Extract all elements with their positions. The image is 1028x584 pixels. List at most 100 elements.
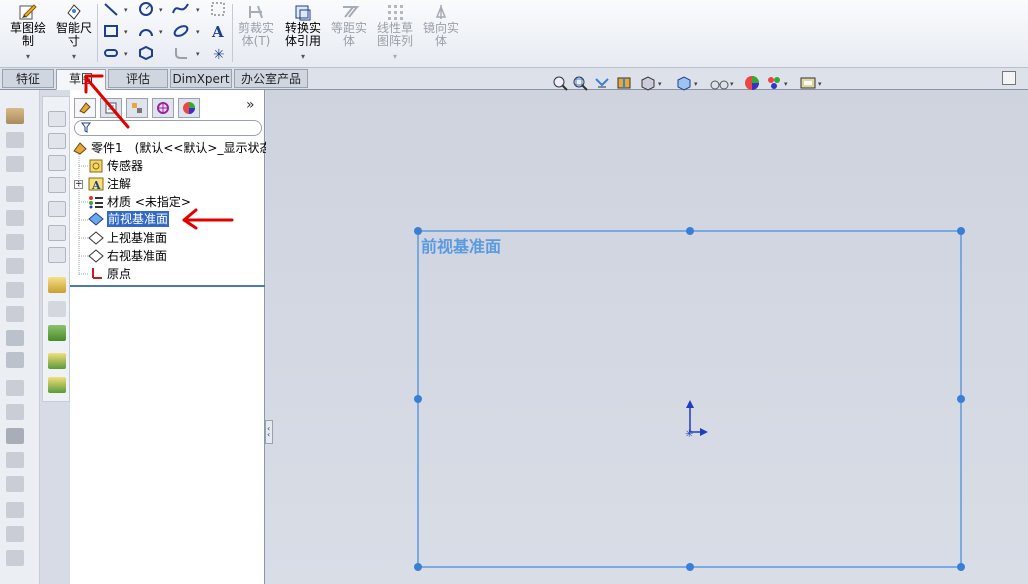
configuration-manager-tab-icon[interactable] xyxy=(126,98,148,118)
chevron-down-icon[interactable]: ▾ xyxy=(124,50,128,58)
draft-icon[interactable] xyxy=(6,404,24,420)
sketch-rect-icon[interactable] xyxy=(48,201,66,217)
cut-loft-icon[interactable] xyxy=(6,258,24,274)
text-sketch-icon[interactable]: A xyxy=(209,22,227,40)
apply-scene-icon[interactable] xyxy=(766,75,782,91)
chevron-down-icon[interactable]: ▾ xyxy=(730,80,734,88)
tab-features[interactable]: 特征 xyxy=(2,69,54,88)
move-face-icon[interactable] xyxy=(6,452,24,468)
spline-icon[interactable] xyxy=(172,0,190,18)
tree-item-top-plane[interactable]: 上视基准面 xyxy=(88,230,167,246)
linear-pattern-feature-icon[interactable] xyxy=(6,330,24,346)
edit-appearance-icon[interactable] xyxy=(744,75,760,91)
tree-item-material[interactable]: 材质 <未指定> xyxy=(88,194,191,210)
point-icon[interactable]: ✳ xyxy=(209,44,227,62)
chevron-down-icon[interactable]: ▾ xyxy=(784,80,788,88)
chevron-down-icon[interactable]: ▾ xyxy=(26,50,30,63)
ellipse-icon[interactable] xyxy=(172,22,190,40)
flex-icon[interactable] xyxy=(6,550,24,566)
cut-revolve-icon[interactable] xyxy=(6,210,24,226)
sketch-rect-icon[interactable] xyxy=(48,177,66,193)
tab-dimxpert[interactable]: DimXpert xyxy=(170,69,232,88)
circle-icon[interactable] xyxy=(137,0,155,18)
sketch-rect-icon[interactable] xyxy=(48,155,66,171)
arc-icon[interactable] xyxy=(137,22,155,40)
wrap-icon[interactable] xyxy=(6,502,24,518)
chevron-down-icon[interactable]: ▾ xyxy=(694,80,698,88)
line-icon[interactable] xyxy=(102,0,120,18)
slot-icon[interactable] xyxy=(102,44,120,62)
sketch-relation-icon[interactable] xyxy=(48,301,66,317)
mirror-entities-button[interactable]: 镜向实 体 xyxy=(420,2,462,48)
cut-extrude-icon[interactable] xyxy=(6,186,24,202)
restore-icon[interactable] xyxy=(1002,71,1016,85)
tree-item-front-plane[interactable]: 前视基准面 xyxy=(88,211,170,227)
display-manager-tab-icon[interactable] xyxy=(178,98,200,118)
trim-entities-button[interactable]: 剪裁实 体(T) xyxy=(236,2,276,48)
chevron-down-icon[interactable]: ▾ xyxy=(658,80,662,88)
convert-entities-button[interactable]: 转换实 体引用 ▾ xyxy=(282,2,324,63)
block-icon[interactable] xyxy=(48,377,66,393)
chevron-down-icon[interactable]: ▾ xyxy=(818,80,822,88)
edit-sketch-icon[interactable] xyxy=(48,277,66,293)
sketch-rect-icon[interactable] xyxy=(48,247,66,263)
tab-evaluate[interactable]: 评估 xyxy=(108,69,168,88)
chevron-down-icon[interactable]: ▾ xyxy=(124,6,128,14)
split-line-icon[interactable] xyxy=(6,476,24,492)
tree-item-origin[interactable]: 原点 xyxy=(88,266,131,282)
surface-sketch-icon[interactable] xyxy=(209,0,227,18)
chamfer-icon[interactable] xyxy=(6,306,24,322)
revolve-icon[interactable] xyxy=(6,132,24,148)
tree-item-sensors[interactable]: 传感器 xyxy=(88,158,143,174)
chevron-down-icon[interactable]: ▾ xyxy=(72,50,76,63)
sweep-icon[interactable] xyxy=(6,156,24,172)
dome-icon[interactable] xyxy=(6,428,24,444)
tree-item-right-plane[interactable]: 右视基准面 xyxy=(88,248,167,264)
sketch-canvas[interactable]: ✳ xyxy=(266,90,1028,584)
sketch-button[interactable]: 草图绘 制 ▾ xyxy=(6,2,50,63)
offset-entities-button[interactable]: 等距实 体 xyxy=(330,2,368,48)
graphics-area[interactable]: ✳ 前视基准面 xyxy=(266,90,1028,584)
tab-office-products[interactable]: 办公室产品 xyxy=(234,69,308,88)
linear-pattern-button[interactable]: 线性草 图阵列 ▾ xyxy=(374,2,416,63)
display-relations-icon[interactable] xyxy=(48,325,66,341)
zoom-area-icon[interactable] xyxy=(572,75,588,91)
dimxpert-manager-tab-icon[interactable] xyxy=(152,98,174,118)
view-settings-icon[interactable] xyxy=(800,75,816,91)
fillet-feature-icon[interactable] xyxy=(6,282,24,298)
rollback-bar[interactable] xyxy=(70,285,265,287)
extrude-icon[interactable] xyxy=(6,108,24,124)
sketch-rect-icon[interactable] xyxy=(48,225,66,241)
chevron-down-icon[interactable]: ▾ xyxy=(196,6,200,14)
view-orientation-icon[interactable] xyxy=(640,75,656,91)
rib-icon[interactable] xyxy=(6,352,24,368)
chevron-down-icon[interactable]: ▾ xyxy=(159,28,163,36)
chevron-down-icon[interactable]: ▾ xyxy=(159,6,163,14)
intersect-icon[interactable] xyxy=(6,526,24,542)
rectangle-icon[interactable] xyxy=(102,22,120,40)
chevron-down-icon[interactable]: ▾ xyxy=(196,28,200,36)
tree-item-part[interactable]: 零件1 (默认<<默认>_显示状态 xyxy=(72,140,271,156)
hide-show-items-icon[interactable] xyxy=(710,75,729,91)
feature-tree-tab-icon[interactable] xyxy=(74,98,96,118)
block-icon[interactable] xyxy=(48,353,66,369)
sketch-rect-icon[interactable] xyxy=(48,111,66,127)
section-view-icon[interactable] xyxy=(616,75,632,91)
smart-dimension-button[interactable]: 智能尺 寸 ▾ xyxy=(54,2,94,63)
fillet-icon[interactable] xyxy=(172,44,190,62)
shell-icon[interactable] xyxy=(6,380,24,396)
zoom-to-fit-icon[interactable] xyxy=(552,75,568,91)
cut-sweep-icon[interactable] xyxy=(6,234,24,250)
tab-sketch[interactable]: 草图 xyxy=(56,69,106,90)
display-style-icon[interactable] xyxy=(676,75,692,91)
property-manager-tab-icon[interactable] xyxy=(100,98,122,118)
previous-view-icon[interactable] xyxy=(594,75,610,91)
panel-splitter-handle[interactable]: ‹ ‹ xyxy=(265,420,273,444)
expand-more-icon[interactable]: » xyxy=(246,97,255,113)
tree-filter-input[interactable] xyxy=(74,120,262,136)
chevron-down-icon[interactable]: ▾ xyxy=(301,50,305,63)
chevron-down-icon[interactable]: ▾ xyxy=(124,28,128,36)
sketch-rect-icon[interactable] xyxy=(48,133,66,149)
tree-item-annotations[interactable]: A 注解 xyxy=(88,176,131,192)
polygon-icon[interactable] xyxy=(137,44,155,62)
